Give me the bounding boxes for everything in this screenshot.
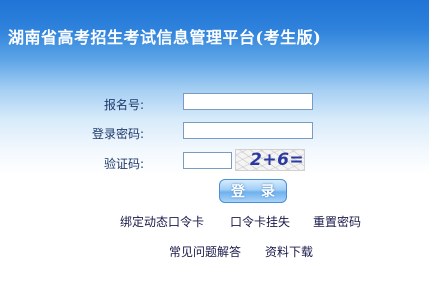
- report-loss-link[interactable]: 口令卡挂失: [230, 213, 290, 230]
- password-label: 登录密码:: [91, 127, 144, 141]
- captcha-label: 验证码:: [103, 157, 144, 171]
- captcha-image[interactable]: 2+6=?: [235, 149, 305, 171]
- username-label: 报名号:: [103, 98, 144, 112]
- login-button[interactable]: 登 录: [219, 179, 287, 203]
- downloads-link[interactable]: 资料下载: [265, 243, 313, 260]
- captcha-text: 2+6=?: [250, 150, 305, 170]
- bind-card-link[interactable]: 绑定动态口令卡: [120, 213, 204, 230]
- captcha-input[interactable]: [183, 152, 232, 169]
- reset-password-link[interactable]: 重置密码: [313, 213, 361, 230]
- faq-link[interactable]: 常见问题解答: [169, 243, 241, 260]
- username-input[interactable]: [183, 93, 313, 110]
- password-input[interactable]: [183, 122, 313, 139]
- page-title: 湖南省高考招生考试信息管理平台(考生版): [8, 28, 322, 47]
